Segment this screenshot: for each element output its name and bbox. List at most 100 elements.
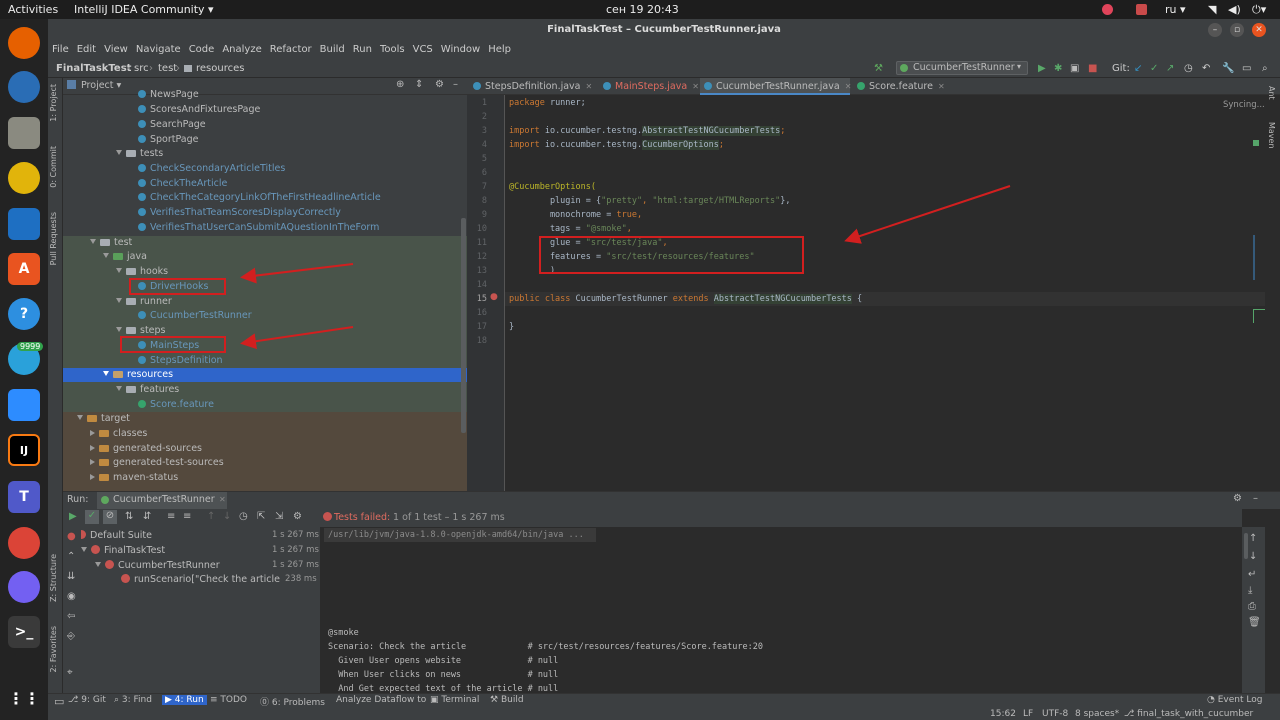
wifi-icon[interactable]: ◥ <box>1208 3 1216 16</box>
tab-score-feature[interactable]: Score.feature ✕ <box>853 78 953 95</box>
filter-icon[interactable]: ⇊ <box>67 571 75 582</box>
tree-item[interactable]: hooks <box>63 265 467 280</box>
gear-icon[interactable]: ⚙ <box>1233 493 1242 504</box>
menu-vcs[interactable]: VCS <box>409 41 437 55</box>
file-encoding[interactable]: UTF-8 <box>1042 709 1068 719</box>
trash-icon[interactable]: 🗑 <box>1248 617 1261 628</box>
tree-item[interactable]: VerifiesThatTeamScoresDisplayCorrectly <box>63 206 467 221</box>
keyboard-layout[interactable]: ru ▾ <box>1165 3 1186 16</box>
menu-run[interactable]: Run <box>349 41 376 55</box>
tree-item[interactable]: tests <box>63 147 467 162</box>
tab-commit[interactable]: 0: Commit <box>49 146 58 188</box>
git-commit-icon[interactable]: ✓ <box>1150 63 1158 74</box>
export-icon[interactable]: ⇱ <box>257 511 265 522</box>
thunderbird-icon[interactable] <box>8 71 40 103</box>
terminal-icon[interactable]: >_ <box>8 616 40 648</box>
arrow-up-icon[interactable]: ↑ <box>207 511 215 522</box>
breadcrumb-test[interactable]: test <box>158 63 177 74</box>
tree-item[interactable]: test <box>63 236 467 251</box>
run-tool-button[interactable]: ▶ 4: Run <box>162 695 207 705</box>
pin-tab-icon[interactable]: ⌖ <box>67 667 73 678</box>
test-node[interactable]: CucumberTestRunner 1 s 267 ms <box>67 560 320 571</box>
terminal-tool-button[interactable]: ▣ Terminal <box>430 695 479 705</box>
writer-icon[interactable] <box>8 208 40 240</box>
tree-item[interactable]: classes <box>63 427 467 442</box>
soft-wrap-icon[interactable]: ↵ <box>1248 569 1256 580</box>
tab-steps-definition[interactable]: StepsDefinition.java ✕ <box>469 78 605 95</box>
test-node[interactable]: Default Suite 1 s 267 ms <box>67 530 320 541</box>
close-tab-icon[interactable]: ✕ <box>845 82 852 91</box>
analyze-dataflow-button[interactable]: Analyze Dataflow to <box>336 695 426 705</box>
print-icon[interactable]: ⎙ <box>1248 601 1256 612</box>
project-structure-icon[interactable]: ▭ <box>1242 63 1251 74</box>
git-update-icon[interactable]: ↙ <box>1134 63 1142 74</box>
activities-button[interactable]: Activities <box>8 3 58 16</box>
sort-alpha-icon[interactable]: ⇅ <box>125 511 133 522</box>
console-scrollbar[interactable] <box>1244 533 1248 559</box>
indent-setting[interactable]: 8 spaces* <box>1075 709 1119 719</box>
close-tab-icon[interactable]: ✕ <box>586 82 593 91</box>
tab-ant[interactable]: Ant <box>1267 86 1276 100</box>
help-icon[interactable]: ? <box>8 298 40 330</box>
chrome-icon[interactable] <box>8 527 40 559</box>
search-icon[interactable]: ⌕ <box>1262 63 1268 74</box>
intellij-icon[interactable]: IJ <box>8 434 40 466</box>
tree-item[interactable]: target <box>63 412 467 427</box>
power-icon[interactable]: ⏻▾ <box>1252 3 1266 17</box>
close-tab-icon[interactable]: ✕ <box>692 82 699 91</box>
hide-icon[interactable]: – <box>1253 493 1258 504</box>
code-editor[interactable]: package runner; import io.cucumber.testn… <box>505 95 1265 491</box>
rollback-icon[interactable]: ↶ <box>1202 63 1210 74</box>
menu-tools[interactable]: Tools <box>376 41 409 55</box>
tree-item[interactable]: DriverHooks <box>63 280 467 295</box>
firefox-icon[interactable] <box>8 27 40 59</box>
console-output[interactable]: /usr/lib/jvm/java-1.8.0-openjdk-amd64/bi… <box>320 527 1242 693</box>
line-separator[interactable]: LF <box>1023 709 1033 719</box>
files-icon[interactable] <box>8 117 40 149</box>
close-tab-icon[interactable]: ✕ <box>938 82 945 91</box>
tree-item[interactable]: SportPage <box>63 133 467 148</box>
test-node[interactable]: FinalTaskTest 1 s 267 ms <box>67 545 320 556</box>
breadcrumb-project[interactable]: FinalTaskTest <box>56 63 131 74</box>
history-icon[interactable]: ◷ <box>239 511 248 522</box>
menu-help[interactable]: Help <box>484 41 515 55</box>
run-tab[interactable]: CucumberTestRunner ✕ <box>97 492 227 510</box>
tree-item[interactable]: features <box>63 383 467 398</box>
sort-duration-icon[interactable]: ⇵ <box>143 511 151 522</box>
build-hammer-icon[interactable]: ⚒ <box>874 63 883 74</box>
tab-cucumber-test-runner[interactable]: CucumberTestRunner.java ✕ <box>700 78 852 95</box>
volume-icon[interactable]: ◀) <box>1228 3 1241 16</box>
import-icon[interactable]: ⇲ <box>275 511 283 522</box>
close-tab-icon[interactable]: ✕ <box>219 495 226 504</box>
tree-item[interactable]: CucumberTestRunner <box>63 309 467 324</box>
tab-pull-requests[interactable]: Pull Requests <box>49 212 58 265</box>
viber-icon[interactable] <box>8 571 40 603</box>
git-branch-widget[interactable]: ⎇ final_task_with_cucumber <box>1124 709 1253 719</box>
run-gutter-icon[interactable]: ● <box>490 292 498 302</box>
tab-favorites[interactable]: 2: Favorites <box>49 626 58 672</box>
arrow-down-icon[interactable]: ↓ <box>223 511 231 522</box>
wrench-icon[interactable]: 🔧 <box>1222 63 1234 74</box>
tree-item[interactable]: generated-test-sources <box>63 456 467 471</box>
show-apps-icon[interactable]: ⋮⋮ <box>8 682 40 714</box>
tab-structure[interactable]: Z: Structure <box>49 554 58 602</box>
tree-item[interactable]: java <box>63 250 467 265</box>
scroll-to-end-icon[interactable]: ⤓ <box>1248 585 1252 596</box>
teams-icon[interactable]: T <box>8 481 40 513</box>
menu-edit[interactable]: Edit <box>73 41 100 55</box>
expand-all-icon[interactable]: ≡ <box>167 511 175 522</box>
tree-item[interactable]: CheckTheCategoryLinkOfTheFirstHeadlineAr… <box>63 191 467 206</box>
app-menu[interactable]: IntelliJ IDEA Community ▾ <box>74 3 214 16</box>
git-push-icon[interactable]: ↗ <box>1166 63 1174 74</box>
clock[interactable]: сен 19 20:43 <box>606 3 679 16</box>
arrow-up-icon[interactable]: ↑ <box>1249 533 1257 544</box>
breadcrumb-resources[interactable]: resources <box>196 63 244 74</box>
tree-item[interactable]: VerifiesThatUserCanSubmitAQuestionInTheF… <box>63 221 467 236</box>
tree-item[interactable]: StepsDefinition <box>63 354 467 369</box>
menu-analyze[interactable]: Analyze <box>218 41 265 55</box>
rhythmbox-icon[interactable] <box>8 162 40 194</box>
tree-item[interactable]: SearchPage <box>63 118 467 133</box>
run-config-select[interactable]: CucumberTestRunner ▾ <box>896 61 1028 75</box>
pin-icon[interactable]: ⌃ <box>67 551 75 562</box>
todo-tool-button[interactable]: ≡ TODO <box>210 695 247 705</box>
